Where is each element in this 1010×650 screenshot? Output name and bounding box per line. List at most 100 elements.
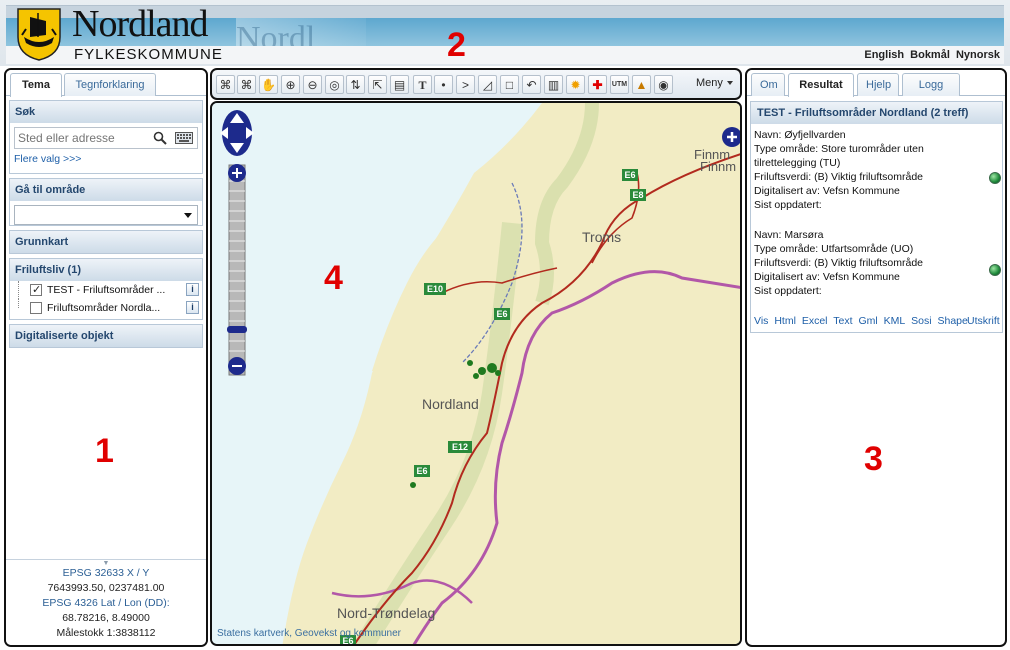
search-heading[interactable]: Søk (10, 101, 202, 123)
annotation-4: 4 (324, 259, 343, 297)
lang-english[interactable]: English (864, 49, 904, 61)
export-text[interactable]: Text (833, 315, 852, 327)
search-icon[interactable] (153, 131, 167, 145)
export-kml[interactable]: KML (884, 315, 906, 327)
splitter-grip-icon[interactable]: ▼ (102, 556, 110, 567)
goto-area-select[interactable] (14, 205, 198, 225)
camera-icon[interactable]: ◉ (654, 75, 673, 94)
right-panel: Om Resultat Hjelp Logg inn TEST - Friluf… (745, 68, 1007, 647)
right-tabs: Om Resultat Hjelp Logg inn (747, 70, 1005, 113)
expand-overview-icon[interactable] (722, 127, 742, 147)
goto-heading[interactable]: Gå til område (10, 179, 202, 201)
layer-label[interactable]: Friluftsområder Nordla... (47, 299, 175, 317)
record-updated: Sist oppdatert: (754, 199, 822, 211)
goto-section: Gå til område (9, 178, 203, 226)
more-options-link[interactable]: Flere valg >>> (14, 153, 198, 165)
digitized-heading[interactable]: Digitaliserte objekt (10, 325, 202, 347)
tab-logg-inn[interactable]: Logg inn (902, 73, 960, 113)
layer-row: TEST - Friluftsområder ... i (10, 281, 202, 299)
zoom-extent-icon[interactable]: ◎ (325, 75, 344, 94)
epsg4326-value: 68.78216, 8.49000 (62, 612, 150, 624)
line-icon[interactable]: > (456, 75, 475, 94)
zoom-to-globe-icon[interactable] (989, 172, 1001, 184)
zoom-in-icon[interactable]: ⊕ (281, 75, 300, 94)
export-html[interactable]: Html (774, 315, 796, 327)
record-type: Type område: Store turområder uten (754, 143, 924, 155)
outdoor-section: Friluftsliv (1) TEST - Friluftsområder .… (9, 258, 203, 320)
basemap-heading[interactable]: Grunnkart (10, 231, 202, 253)
left-tabs: Tema Tegnforklaring (6, 70, 206, 97)
list-icon[interactable]: ▥ (544, 75, 563, 94)
tree-line (18, 281, 26, 299)
road-shield: E6 (416, 466, 427, 476)
export-links: Vis Html Excel Text Gml KML Sosi Shape U… (754, 315, 1000, 327)
utm-icon[interactable]: UTM (610, 75, 629, 94)
keyboard-icon[interactable] (175, 131, 193, 145)
layer-checkbox-test[interactable] (30, 281, 42, 299)
outdoor-heading[interactable]: Friluftsliv (1) (10, 259, 202, 281)
tab-tema[interactable]: Tema (10, 73, 62, 97)
point-icon[interactable]: • (434, 75, 453, 94)
layer-label[interactable]: TEST - Friluftsområder ... (47, 281, 175, 299)
layer-row: Friluftsområder Nordla... i (10, 299, 202, 317)
info-icon[interactable]: i (186, 301, 199, 314)
epsg32633-value: 7643993.50, 0237481.00 (47, 582, 165, 594)
print-icon[interactable]: ▤ (390, 75, 409, 94)
binoculars2-icon[interactable]: ⌘ (237, 75, 256, 94)
map-attribution: Statens kartverk, Geovekst og kommuner (217, 628, 401, 639)
sun-icon[interactable]: ✹ (566, 75, 585, 94)
undo-icon[interactable]: ↶ (522, 75, 541, 94)
move-icon[interactable]: ⇱ (368, 75, 387, 94)
header: Nordl Nordland FYLKESKOMMUNE English Bok… (0, 0, 1010, 66)
info-icon[interactable]: i (186, 283, 199, 296)
polygon-icon[interactable]: ◿ (478, 75, 497, 94)
record-name: Navn: Marsøra (754, 229, 824, 241)
lang-nynorsk[interactable]: Nynorsk (956, 49, 1000, 61)
landscape-icon[interactable]: ▲ (632, 75, 651, 94)
zoom-out-icon[interactable]: ⊖ (303, 75, 322, 94)
tab-resultat[interactable]: Resultat (788, 73, 854, 97)
coordinate-display: ▼ EPSG 32633 X / Y 7643993.50, 0237481.0… (6, 559, 206, 645)
result-record-2[interactable]: Navn: Marsøra Type område: Utfartsområde… (754, 228, 986, 298)
export-gml[interactable]: Gml (858, 315, 877, 327)
tab-om[interactable]: Om (751, 73, 785, 96)
record-value: Friluftsverdi: (B) Viktig friluftsområde (754, 171, 924, 183)
result-title[interactable]: TEST - Friluftsområder Nordland (2 treff… (751, 102, 1002, 124)
left-panel: Tema Tegnforklaring Søk Flere valg >>> G… (4, 68, 208, 647)
cross-icon[interactable]: ✚ (588, 75, 607, 94)
label-troms: Troms (582, 229, 621, 245)
road-shield: E6 (624, 170, 635, 180)
logo-subtitle: FYLKESKOMMUNE (74, 46, 223, 63)
export-excel[interactable]: Excel (802, 315, 828, 327)
pan-hand-icon[interactable]: ✋ (259, 75, 278, 94)
export-shape[interactable]: Shape (938, 315, 968, 327)
lang-bokmal[interactable]: Bokmål (910, 49, 950, 61)
tab-tegnforklaring[interactable]: Tegnforklaring (64, 73, 156, 96)
map-view[interactable]: E6 E8 E10 E6 E12 E6 E6 Troms Nordland No… (210, 101, 742, 646)
text-icon[interactable]: T (413, 75, 432, 94)
road-shield: E6 (496, 309, 507, 319)
zoom-slider[interactable] (227, 164, 247, 376)
export-sosi[interactable]: Sosi (911, 315, 931, 327)
annotation-2: 2 (447, 26, 466, 64)
menu-button[interactable]: Meny (696, 77, 733, 89)
road-shield: E10 (427, 284, 443, 294)
tab-hjelp[interactable]: Hjelp (857, 73, 899, 96)
tree-line (18, 299, 26, 308)
rotate-icon[interactable]: ⇅ (346, 75, 365, 94)
print-link[interactable]: Utskrift (967, 315, 1000, 327)
zoom-to-globe-icon[interactable] (989, 264, 1001, 276)
export-vis[interactable]: Vis (754, 315, 768, 327)
search-input[interactable] (15, 128, 145, 148)
layer-checkbox-friluft[interactable] (30, 302, 42, 314)
digitized-section: Digitaliserte objekt (9, 324, 203, 348)
binoculars-icon[interactable]: ⌘ (216, 75, 235, 94)
rectangle-icon[interactable]: □ (500, 75, 519, 94)
map-canvas[interactable]: E6 E8 E10 E6 E12 E6 E6 Troms Nordland No… (212, 103, 742, 646)
search-section: Søk Flere valg >>> (9, 100, 203, 174)
result-record-1[interactable]: Navn: Øyfjellvarden Type område: Store t… (754, 128, 986, 212)
record-type: Type område: Utfartsområde (UO) (754, 243, 914, 255)
annotation-1: 1 (95, 432, 114, 470)
chevron-down-icon (184, 213, 192, 218)
road-shield: E8 (632, 190, 643, 200)
